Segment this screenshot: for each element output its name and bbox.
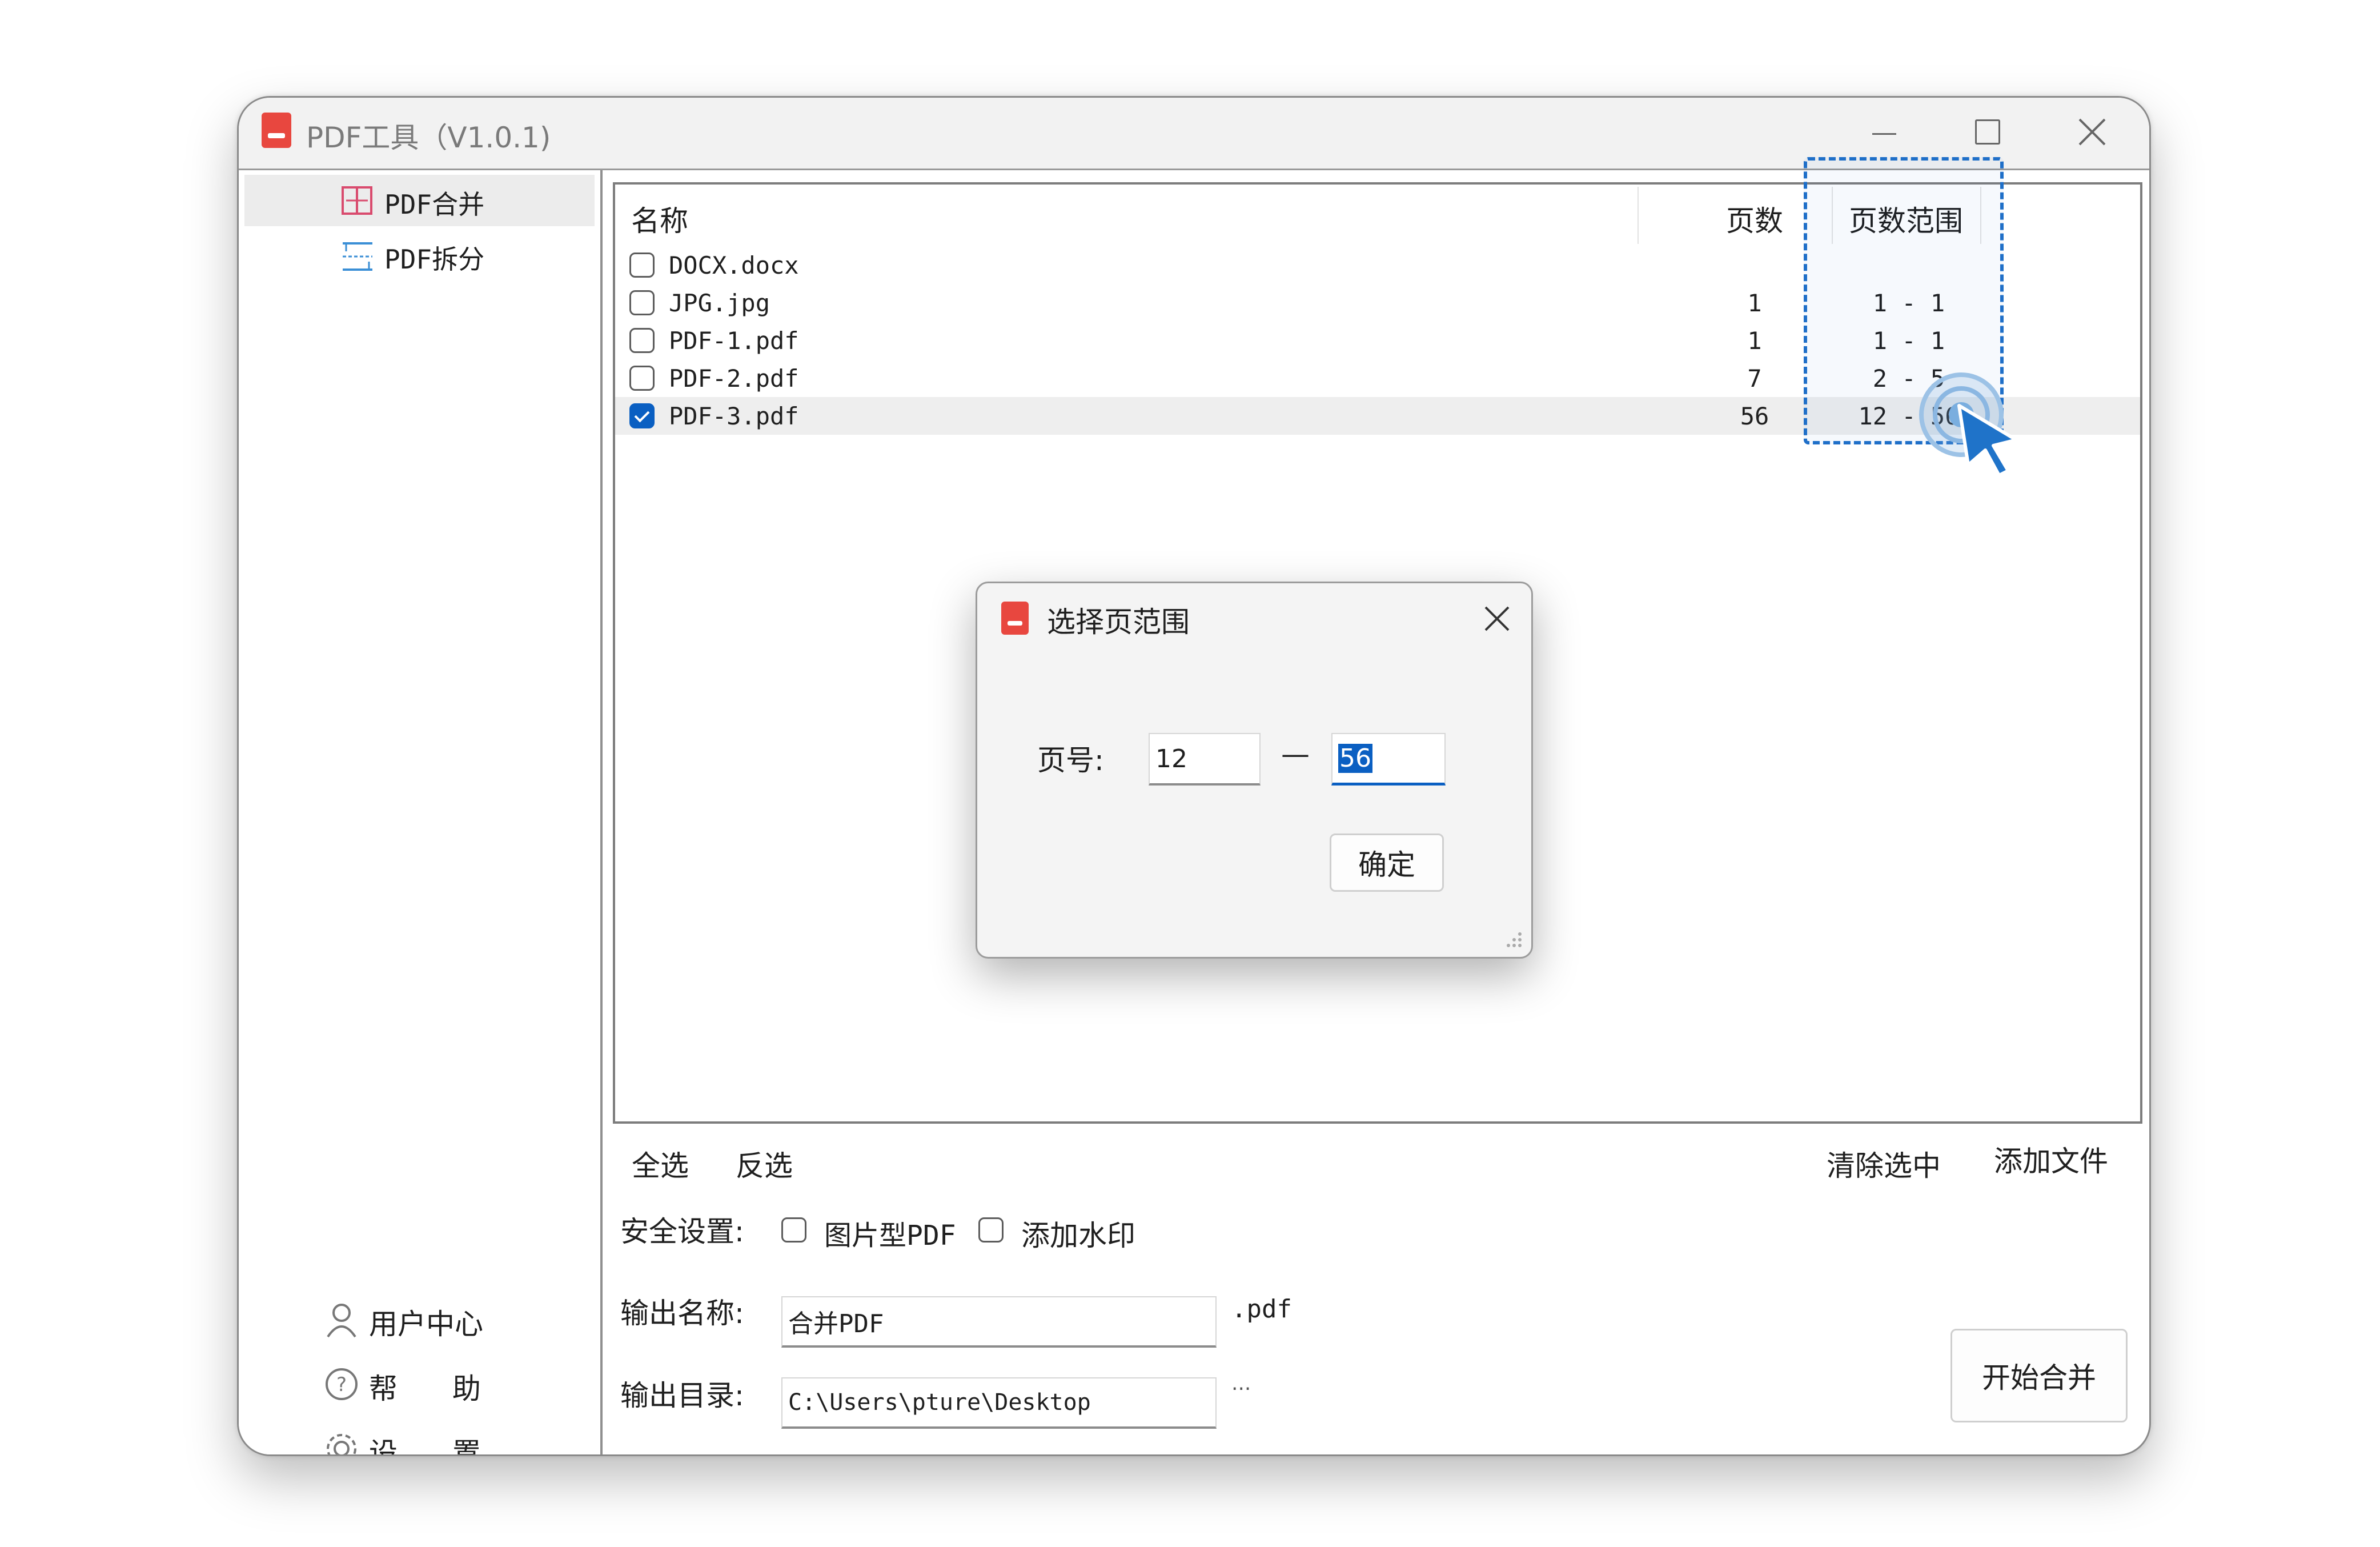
output-extension-label: .pdf bbox=[1231, 1294, 1292, 1324]
sidebar-item-label: PDF合并 bbox=[384, 189, 485, 220]
user-icon bbox=[327, 1304, 356, 1338]
close-button[interactable] bbox=[2064, 109, 2121, 155]
sidebar-item-label: 帮 助 bbox=[369, 1372, 481, 1405]
column-header-name[interactable]: 名称 bbox=[631, 198, 688, 239]
page-number-label: 页号: bbox=[1037, 744, 1104, 777]
split-icon bbox=[343, 242, 372, 271]
svg-text:?: ? bbox=[336, 1373, 347, 1396]
minimize-button[interactable] bbox=[1855, 109, 1912, 155]
watermark-checkbox[interactable] bbox=[978, 1217, 1004, 1243]
page-from-input[interactable]: 12 bbox=[1149, 733, 1261, 785]
row-name: PDF-2.pdf bbox=[669, 364, 799, 392]
sidebar-item-pdf-merge[interactable]: PDF合并 bbox=[244, 175, 595, 226]
row-pages: 7 bbox=[1747, 364, 1762, 392]
column-header-pages[interactable]: 页数 bbox=[1703, 198, 1806, 239]
sidebar-item-help[interactable]: ? 帮 助 bbox=[324, 1360, 553, 1406]
sidebar-item-user-center[interactable]: 用户中心 bbox=[324, 1296, 553, 1341]
dialog-title: 选择页范围 bbox=[1047, 606, 1190, 639]
confirm-button[interactable]: 确定 bbox=[1330, 833, 1444, 892]
gear-icon bbox=[327, 1434, 356, 1454]
resize-grip-icon[interactable] bbox=[1503, 928, 1526, 951]
dialog-logo-icon bbox=[1001, 602, 1029, 635]
selected-text: 56 bbox=[1338, 744, 1372, 773]
page-range-dialog: 选择页范围 页号: 12 — 56 确定 bbox=[976, 582, 1533, 959]
sidebar-item-label: 设 置 bbox=[369, 1437, 481, 1456]
row-checkbox-checked[interactable] bbox=[629, 403, 655, 428]
row-checkbox[interactable] bbox=[629, 366, 655, 391]
image-pdf-checkbox[interactable] bbox=[781, 1217, 806, 1243]
watermark-label[interactable]: 添加水印 bbox=[1021, 1213, 1135, 1254]
row-name: PDF-3.pdf bbox=[669, 402, 799, 430]
row-name: PDF-1.pdf bbox=[669, 327, 799, 355]
output-dir-label: 输出目录: bbox=[620, 1379, 744, 1412]
output-name-label: 输出名称: bbox=[620, 1297, 744, 1330]
output-name-field[interactable]: 合并PDF bbox=[781, 1296, 1217, 1348]
browse-button[interactable]: ··· bbox=[1231, 1377, 1251, 1401]
range-dash: — bbox=[1281, 738, 1310, 771]
invert-selection-button[interactable]: 反选 bbox=[736, 1143, 793, 1184]
close-icon bbox=[2078, 118, 2106, 146]
row-pages: 1 bbox=[1747, 289, 1762, 317]
row-name: DOCX.docx bbox=[669, 251, 799, 279]
sidebar-item-pdf-split[interactable]: PDF拆分 bbox=[244, 230, 595, 281]
page-to-input[interactable]: 56 bbox=[1331, 733, 1446, 785]
window-title: PDF工具（V1.0.1) bbox=[306, 121, 551, 154]
sidebar-item-label: PDF拆分 bbox=[384, 244, 485, 275]
dialog-close-button[interactable] bbox=[1474, 596, 1520, 642]
column-divider[interactable] bbox=[1637, 187, 1639, 244]
row-checkbox[interactable] bbox=[629, 328, 655, 353]
start-merge-button[interactable]: 开始合并 bbox=[1950, 1329, 2128, 1422]
help-icon: ? bbox=[326, 1368, 358, 1400]
merge-icon bbox=[342, 186, 372, 215]
maximize-button[interactable] bbox=[1958, 109, 2015, 155]
close-icon bbox=[1484, 606, 1510, 631]
output-dir-field[interactable]: C:\Users\pture\Desktop bbox=[781, 1377, 1217, 1429]
row-name: JPG.jpg bbox=[669, 289, 770, 317]
clear-selected-button[interactable]: 清除选中 bbox=[1827, 1143, 1941, 1184]
mouse-cursor-icon bbox=[1953, 400, 2028, 480]
row-checkbox[interactable] bbox=[629, 253, 655, 278]
maximize-icon bbox=[1975, 119, 2000, 145]
sidebar-item-settings[interactable]: 设 置 bbox=[324, 1425, 553, 1456]
minimize-icon bbox=[1872, 133, 1896, 135]
sidebar-item-label: 用户中心 bbox=[369, 1308, 483, 1341]
select-all-button[interactable]: 全选 bbox=[632, 1143, 689, 1184]
security-settings-label: 安全设置: bbox=[620, 1215, 744, 1248]
add-file-button[interactable]: 添加文件 bbox=[1994, 1139, 2108, 1180]
app-logo-icon bbox=[262, 113, 291, 148]
row-pages: 1 bbox=[1747, 327, 1762, 355]
row-pages: 56 bbox=[1740, 402, 1769, 430]
image-pdf-label[interactable]: 图片型PDF bbox=[824, 1213, 956, 1253]
sidebar: PDF合并 PDF拆分 用户中心 ? 帮 助 设 置 bbox=[239, 170, 603, 1454]
row-checkbox[interactable] bbox=[629, 290, 655, 315]
